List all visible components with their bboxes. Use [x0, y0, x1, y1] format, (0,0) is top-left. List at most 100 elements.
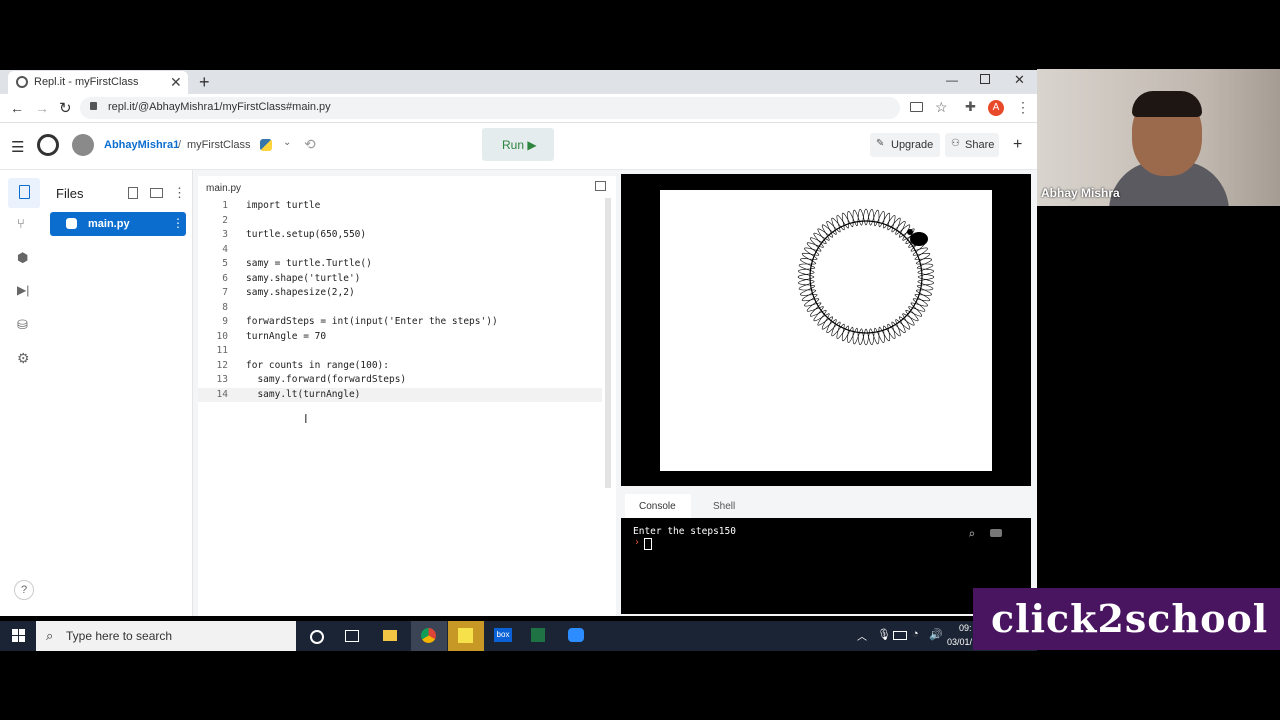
share-icon: ⚇ [951, 138, 960, 149]
user-avatar[interactable] [72, 134, 94, 156]
settings-gear-icon[interactable]: ⚙ [17, 350, 30, 367]
tab-console-label: Console [639, 501, 676, 512]
editor-scrollbar[interactable] [605, 198, 611, 488]
kebab-menu-icon[interactable]: ⋮ [1016, 99, 1030, 116]
file-explorer-icon[interactable] [383, 630, 397, 641]
left-rail: ⑂ ⬢ ▶| ⛁ ⚙ ? [0, 170, 49, 616]
help-icon[interactable]: ? [14, 580, 34, 600]
editor-tab[interactable]: main.py [206, 178, 241, 198]
file-item-menu-icon[interactable]: ⋮ [172, 216, 184, 230]
tab-shell[interactable]: Shell [701, 494, 751, 518]
line-number: 3 [222, 229, 228, 240]
upgrade-button[interactable]: ✎ Upgrade [870, 133, 940, 157]
python-icon [260, 139, 272, 151]
code-line: 5 samy = turtle.Turtle() [198, 257, 602, 272]
turtle-head [907, 229, 913, 235]
line-text: samy.shapesize(2,2) [246, 287, 355, 298]
chevron-down-icon[interactable]: ⌄ [283, 137, 291, 148]
windows-start-icon[interactable] [12, 629, 25, 642]
extensions-icon[interactable]: ✚ [965, 99, 976, 115]
new-folder-icon[interactable] [150, 188, 163, 198]
line-number: 9 [222, 316, 228, 327]
console-cursor [644, 538, 652, 550]
webcam-video: Abhay Mishra [1037, 69, 1280, 206]
debugger-icon[interactable]: ▶| [17, 283, 29, 297]
run-label: Run ▶ [502, 138, 537, 152]
line-text: samy = turtle.Turtle() [246, 258, 372, 269]
forward-icon[interactable]: → [35, 100, 49, 116]
chrome-taskbar-item[interactable] [411, 621, 447, 651]
minimize-icon[interactable]: — [946, 73, 958, 87]
line-number: 6 [222, 272, 228, 284]
sticky-notes-taskbar-item[interactable] [448, 621, 484, 651]
files-rail-button[interactable] [8, 178, 40, 208]
volume-icon[interactable]: 🔊 [929, 628, 943, 641]
cortana-icon[interactable] [310, 630, 324, 644]
taskbar-search[interactable]: ⌕ Type here to search [36, 621, 296, 651]
code-editor[interactable]: main.py 1 import turtle 2 3 turtle.setup(650… [198, 176, 616, 616]
line-number: 4 [222, 243, 228, 255]
code-line: 10 turnAngle = 70 [198, 330, 602, 345]
tray-chevron-up-icon[interactable]: ︿ [857, 628, 867, 643]
file-item-label: main.py [88, 218, 130, 230]
files-menu-icon[interactable]: ⋮ [173, 185, 186, 201]
line-text: import turtle [246, 200, 321, 211]
editor-layout-icon[interactable] [595, 181, 606, 191]
microphone-icon[interactable]: 🎙 [877, 628, 891, 641]
turtle-drawing [797, 208, 935, 346]
database-icon[interactable]: ⛁ [17, 317, 28, 333]
chrome-icon [421, 628, 436, 643]
url-field[interactable]: repl.it/@AbhayMishra1/myFirstClass#main.… [80, 97, 900, 119]
code-line: 14 samy.lt(turnAngle) [198, 387, 602, 402]
battery-icon[interactable] [893, 631, 907, 640]
line-number: 12 [216, 359, 228, 371]
editor-tab-label: main.py [206, 183, 242, 194]
replit-logo-icon[interactable] [37, 134, 59, 156]
turtle-canvas [660, 190, 992, 471]
new-tab-button[interactable]: + [199, 72, 210, 93]
console-clear-icon[interactable] [990, 529, 1002, 537]
taskbar-search-placeholder: Type here to search [66, 629, 173, 643]
cast-icon[interactable] [910, 102, 923, 112]
file-item-main-py[interactable]: main.py ⋮ [50, 212, 186, 236]
user-link[interactable]: AbhayMishra1 [104, 139, 179, 151]
star-icon[interactable]: ☆ [935, 99, 948, 116]
code-lines: 1 import turtle 2 3 turtle.setup(650,550) 4 5 s… [198, 199, 602, 409]
replit-favicon-icon [16, 76, 28, 88]
hamburger-menu-icon[interactable]: ☰ [11, 138, 24, 156]
packages-icon[interactable]: ⬢ [17, 250, 28, 266]
url-text: repl.it/@AbhayMishra1/myFirstClass#main.… [108, 101, 331, 113]
profile-avatar[interactable]: A [988, 100, 1004, 116]
console-output[interactable]: Enter the steps150 › ⌕ [621, 518, 1031, 614]
browser-tab[interactable]: Repl.it - myFirstClass ✕ [8, 71, 188, 95]
excel-icon[interactable] [531, 628, 545, 642]
share-button[interactable]: ⚇ Share [945, 133, 999, 157]
console-prompt: › [634, 537, 641, 548]
console-search-icon[interactable]: ⌕ [968, 527, 975, 541]
zoom-icon[interactable] [568, 628, 584, 642]
line-text: samy.forward(forwardSteps) [246, 374, 407, 385]
box-icon[interactable]: box [494, 628, 512, 642]
version-control-icon[interactable]: ⑂ [17, 216, 25, 231]
click2school-logo: click2school [973, 588, 1280, 650]
run-button[interactable]: Run ▶ [482, 128, 554, 161]
code-line: 6 samy.shape('turtle') [198, 272, 602, 287]
back-icon[interactable]: ← [10, 100, 24, 116]
tab-close-icon[interactable]: ✕ [170, 74, 182, 91]
new-file-icon[interactable] [128, 187, 138, 199]
taskbar-date[interactable]: 03/01/ [947, 637, 972, 647]
add-button[interactable]: + [1013, 136, 1022, 154]
files-pane: Files ⋮ main.py ⋮ [48, 170, 193, 616]
taskbar-time[interactable]: 09: [959, 623, 972, 633]
presenter-name: Abhay Mishra [1041, 186, 1120, 200]
code-line: 1 import turtle [198, 199, 602, 214]
wifi-icon[interactable]: ◔ [912, 628, 919, 640]
reload-icon[interactable]: ↻ [59, 99, 72, 117]
task-view-icon[interactable] [345, 630, 359, 642]
close-icon[interactable]: ✕ [1014, 72, 1025, 88]
project-name[interactable]: myFirstClass [187, 139, 251, 151]
presenter-hair [1132, 91, 1202, 117]
history-icon[interactable]: ⟲ [304, 136, 316, 153]
tab-console[interactable]: Console [625, 494, 691, 518]
restore-icon[interactable] [980, 74, 990, 84]
